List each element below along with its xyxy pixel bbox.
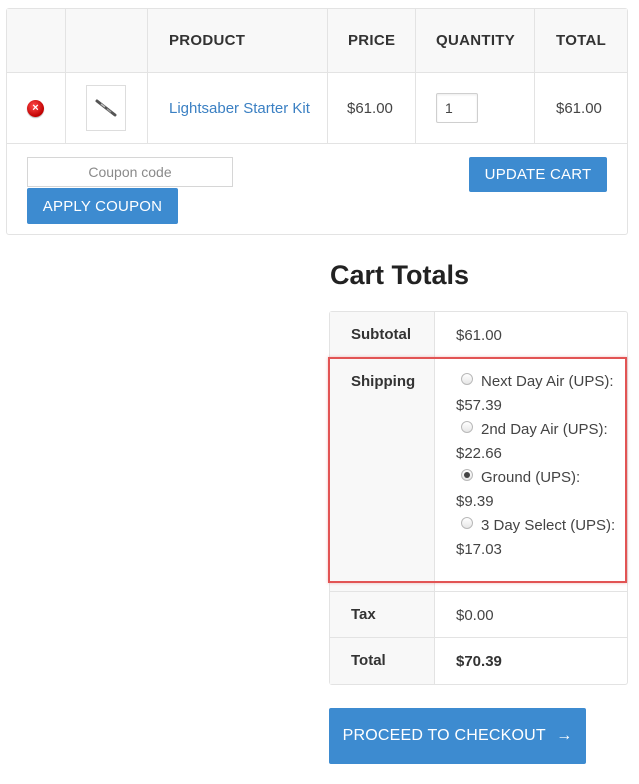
lightsaber-icon (95, 99, 117, 117)
total-row: Total $70.39 (330, 638, 627, 684)
shipping-label: Shipping (330, 358, 435, 591)
table-row: × Lightsaber Starter Kit $61.00 $61.00 (7, 73, 627, 144)
coupon-code-input[interactable] (27, 157, 233, 187)
header-quantity: QUANTITY (436, 32, 516, 49)
cart-table-header: PRODUCT PRICE QUANTITY TOTAL (7, 9, 627, 73)
shipping-radio-selected[interactable] (461, 469, 473, 481)
arrow-right-icon: → (556, 727, 573, 744)
tax-value: $0.00 (456, 607, 494, 624)
subtotal-label: Subtotal (330, 312, 435, 357)
shipping-radio[interactable] (461, 517, 473, 529)
tax-row: Tax $0.00 (330, 592, 627, 638)
shipping-option[interactable]: 2nd Day Air (UPS): $22.66 (456, 418, 616, 466)
subtotal-row: Subtotal $61.00 (330, 312, 627, 358)
apply-coupon-button[interactable]: APPLY COUPON (27, 188, 178, 224)
subtotal-value: $61.00 (456, 327, 502, 344)
item-total: $61.00 (556, 99, 602, 117)
shipping-option-label: 3 Day Select (UPS): $17.03 (456, 517, 616, 558)
shipping-option[interactable]: 3 Day Select (UPS): $17.03 (456, 514, 616, 562)
shipping-option-label: Next Day Air (UPS): $57.39 (456, 373, 614, 414)
header-price: PRICE (348, 32, 396, 49)
total-label: Total (330, 638, 435, 684)
cart-totals-table: Subtotal $61.00 Shipping Next Day Air (U… (329, 311, 628, 685)
product-name-link[interactable]: Lightsaber Starter Kit (169, 100, 310, 117)
total-value: $70.39 (456, 653, 502, 670)
checkout-label: PROCEED TO CHECKOUT (342, 727, 546, 744)
header-product: PRODUCT (169, 32, 246, 49)
shipping-option[interactable]: Next Day Air (UPS): $57.39 (456, 370, 616, 418)
shipping-row: Shipping Next Day Air (UPS): $57.39 2nd … (330, 358, 627, 592)
proceed-to-checkout-button[interactable]: PROCEED TO CHECKOUT → (329, 708, 586, 764)
shipping-options: Next Day Air (UPS): $57.39 2nd Day Air (… (456, 370, 616, 562)
shipping-option-label: Ground (UPS): $9.39 (456, 469, 581, 510)
cart-actions: APPLY COUPON UPDATE CART (7, 144, 627, 234)
header-total: TOTAL (556, 32, 607, 49)
product-thumbnail[interactable] (86, 85, 126, 131)
shipping-radio[interactable] (461, 373, 473, 385)
cart-totals-title: Cart Totals (330, 260, 470, 290)
tax-label: Tax (330, 592, 435, 637)
shipping-option[interactable]: Ground (UPS): $9.39 (456, 466, 616, 514)
update-cart-button[interactable]: UPDATE CART (469, 157, 607, 192)
quantity-input[interactable] (436, 93, 478, 123)
remove-item-icon[interactable]: × (27, 99, 44, 117)
cart-table: PRODUCT PRICE QUANTITY TOTAL × Lightsabe… (6, 8, 628, 235)
shipping-option-label: 2nd Day Air (UPS): $22.66 (456, 421, 608, 462)
item-price: $61.00 (347, 99, 393, 117)
shipping-radio[interactable] (461, 421, 473, 433)
